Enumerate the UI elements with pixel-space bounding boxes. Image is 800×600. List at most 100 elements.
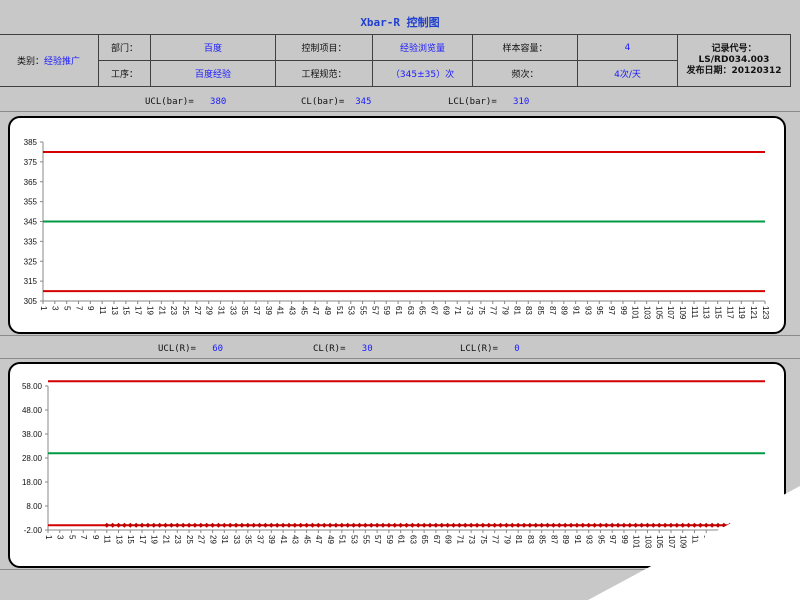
x-tick-label: 35 [240, 306, 249, 315]
x-tick-label: 85 [536, 306, 545, 315]
x-tick-label: 3 [51, 306, 60, 311]
sample-size-value: 4 [577, 34, 678, 61]
x-tick-label: 47 [311, 306, 320, 315]
x-tick-label: 67 [432, 535, 441, 544]
x-tick-label: 69 [441, 306, 450, 315]
x-tick-label: 61 [397, 535, 406, 544]
x-tick-label: 37 [252, 306, 261, 315]
x-tick-label: 41 [279, 535, 288, 544]
r-cl-value: 30 [361, 344, 373, 354]
data-point [556, 522, 562, 528]
dept-label: 部门： [98, 34, 151, 61]
r-ucl-label: UCL(R)= [158, 344, 196, 354]
x-tick-label: 77 [491, 535, 500, 544]
data-point [309, 522, 315, 528]
data-point [251, 522, 257, 528]
x-tick-label: 3 [56, 535, 65, 540]
x-tick-label: 59 [385, 535, 394, 544]
spec-value: （345±35）次 [372, 60, 473, 87]
r-lcl-label: LCL(R)= [460, 344, 498, 354]
data-point [163, 522, 169, 528]
data-point [562, 522, 568, 528]
x-tick-label: 37 [255, 535, 264, 544]
r-ucl-readout: UCL(R)= 60 [158, 344, 223, 354]
data-point [133, 522, 139, 528]
data-point [333, 522, 339, 528]
data-point [274, 522, 280, 528]
control-item-value: 经验浏览量 [372, 34, 473, 61]
x-tick-label: 101 [631, 306, 640, 320]
x-tick-label: 79 [502, 535, 511, 544]
data-point [515, 522, 521, 528]
spec-label: 工程规范： [275, 60, 373, 87]
x-tick-label: 27 [197, 535, 206, 544]
data-point [456, 522, 462, 528]
data-point [398, 522, 404, 528]
x-tick-label: 87 [548, 306, 557, 315]
x-tick-label: 7 [79, 535, 88, 540]
data-point [421, 522, 427, 528]
xbar-cl-readout: CL(bar)= 345 [301, 97, 371, 107]
record-code-label: 记录代号： [711, 44, 757, 54]
process-label: 工序： [98, 60, 151, 87]
xbar-chart-panel: 305 315 325 335 345 355 365 375 385 1 3 5 7 9 11 13 15 17… [8, 116, 786, 334]
release-date-label: 发布日期： [686, 66, 732, 76]
x-tick-label: 53 [349, 535, 358, 544]
y-tick-label: 325 [24, 257, 38, 266]
x-tick-label: 71 [453, 306, 462, 315]
x-tick-label: 19 [150, 535, 159, 544]
data-point [304, 522, 310, 528]
category-label: 类别： [16, 57, 44, 67]
data-point [550, 522, 556, 528]
xbar-lcl-value: 310 [513, 97, 530, 107]
x-tick-label: 13 [114, 535, 123, 544]
xbar-lcl-label: LCL(bar)= [448, 97, 497, 107]
x-tick-label: 51 [338, 535, 347, 544]
data-point [433, 522, 439, 528]
data-point [157, 522, 163, 528]
data-point [415, 522, 421, 528]
x-tick-label: 29 [205, 306, 214, 315]
y-tick-label: 315 [24, 277, 38, 286]
data-point [292, 522, 298, 528]
x-tick-label: 91 [573, 535, 582, 544]
x-tick-label: 45 [299, 306, 308, 315]
x-tick-label: 25 [181, 306, 190, 315]
x-tick-label: 49 [323, 306, 332, 315]
x-tick-label: 47 [314, 535, 323, 544]
data-point [380, 522, 386, 528]
data-point [180, 522, 186, 528]
data-point [145, 522, 151, 528]
data-point [257, 522, 263, 528]
data-point [227, 522, 233, 528]
y-tick-label: 58.00 [22, 382, 43, 391]
data-point [121, 522, 127, 528]
x-tick-label: 63 [408, 535, 417, 544]
data-point [386, 522, 392, 528]
y-tick-label: 48.00 [22, 406, 43, 415]
data-point [474, 522, 480, 528]
data-point [404, 522, 409, 528]
x-tick-label: 121 [749, 306, 758, 320]
x-tick-label: 113 [702, 306, 711, 319]
x-tick-label: 1 [44, 535, 53, 540]
x-tick-label: 115 [714, 306, 723, 319]
data-point [356, 522, 362, 528]
x-tick-label: 15 [122, 306, 131, 315]
data-point [127, 522, 133, 528]
x-tick-label: 73 [465, 306, 474, 315]
y-tick-label: -2.00 [24, 526, 43, 535]
data-point [345, 522, 351, 528]
x-tick-label: 59 [382, 306, 391, 315]
data-point [368, 522, 374, 528]
data-point [168, 522, 174, 528]
x-tick-label: 117 [725, 306, 734, 319]
x-tick-label: 65 [418, 306, 427, 315]
y-tick-label: 18.00 [22, 478, 43, 487]
x-tick-label: 73 [467, 535, 476, 544]
x-tick-label: 31 [220, 535, 229, 544]
data-point [198, 522, 204, 528]
data-point [498, 522, 504, 528]
x-tick-label: 85 [538, 535, 547, 544]
x-tick-label: 33 [232, 535, 241, 544]
